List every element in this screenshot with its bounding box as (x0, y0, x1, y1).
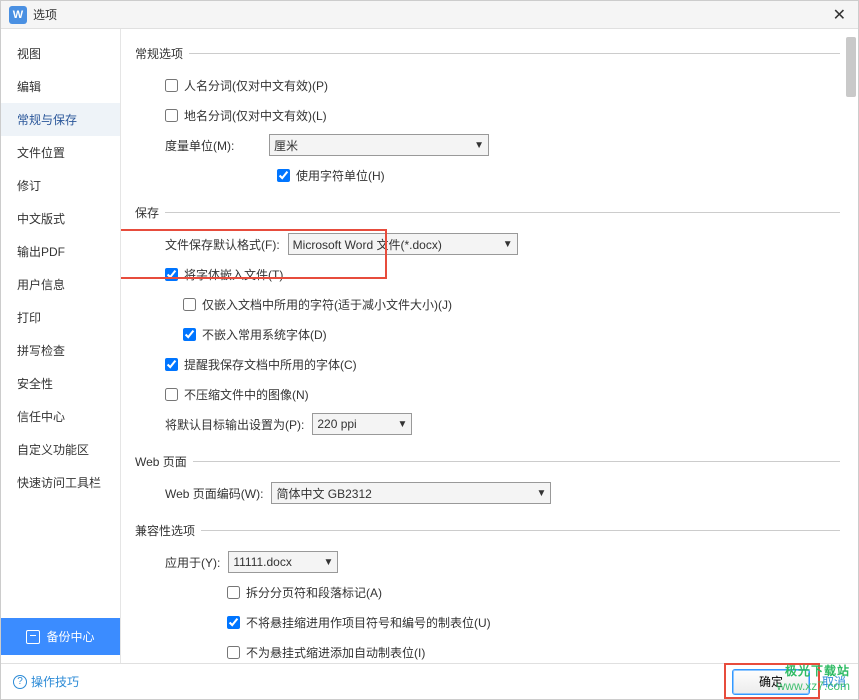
combo-apply-to-value: 11111.docx (233, 555, 292, 569)
label-remind-fonts: 提醒我保存文档中所用的字体(C) (184, 356, 357, 373)
group-save-legend: 保存 (135, 204, 165, 221)
group-web: Web 页面 Web 页面编码(W): 简体中文 GB2312 ▼ (135, 453, 840, 512)
help-icon: ? (13, 675, 27, 689)
sidebar-item-security[interactable]: 安全性 (1, 367, 120, 400)
label-split-page: 拆分分页符和段落标记(A) (246, 584, 382, 601)
sidebar-item-chinese-layout[interactable]: 中文版式 (1, 202, 120, 235)
label-embed-fonts: 将字体嵌入文件(T) (184, 266, 283, 283)
label-apply-to: 应用于(Y): (165, 554, 220, 571)
label-place-noun: 地名分词(仅对中文有效)(L) (184, 107, 327, 124)
combo-default-format-value: Microsoft Word 文件(*.docx) (293, 236, 442, 253)
combo-web-encoding[interactable]: 简体中文 GB2312 ▼ (271, 482, 551, 504)
backup-icon (26, 630, 40, 644)
group-compat-legend: 兼容性选项 (135, 522, 201, 539)
label-default-ppi: 将默认目标输出设置为(P): (165, 416, 304, 433)
statusbar: ? 操作技巧 确定 取消 (1, 663, 858, 699)
sidebar-item-view[interactable]: 视图 (1, 37, 120, 70)
sidebar-item-output-pdf[interactable]: 输出PDF (1, 235, 120, 268)
checkbox-no-auto-tab[interactable] (227, 646, 240, 659)
label-not-embed-sys: 不嵌入常用系统字体(D) (202, 326, 327, 343)
options-dialog: W 选项 ✕ 视图 编辑 常规与保存 文件位置 修订 中文版式 输出PDF 用户… (0, 0, 859, 700)
sidebar-item-trust-center[interactable]: 信任中心 (1, 400, 120, 433)
label-person-noun: 人名分词(仅对中文有效)(P) (184, 77, 328, 94)
cancel-button[interactable]: 取消 (822, 673, 846, 690)
combo-apply-to[interactable]: 11111.docx ▼ (228, 551, 338, 573)
sidebar-item-revision[interactable]: 修订 (1, 169, 120, 202)
sidebar: 视图 编辑 常规与保存 文件位置 修订 中文版式 输出PDF 用户信息 打印 拼… (1, 29, 121, 663)
label-unit: 度量单位(M): (165, 137, 261, 154)
label-no-auto-tab: 不为悬挂式缩进添加自动制表位(I) (246, 644, 425, 661)
label-default-format: 文件保存默认格式(F): (165, 236, 280, 253)
sidebar-item-file-location[interactable]: 文件位置 (1, 136, 120, 169)
checkbox-split-page[interactable] (227, 586, 240, 599)
label-no-compress-images: 不压缩文件中的图像(N) (184, 386, 309, 403)
checkbox-place-noun[interactable] (165, 109, 178, 122)
window-title: 选项 (33, 6, 829, 23)
combo-unit-value: 厘米 (274, 137, 298, 154)
content-pane: 常规选项 人名分词(仅对中文有效)(P) 地名分词(仅对中文有效)(L) 度量单… (121, 29, 858, 663)
chevron-down-icon: ▼ (474, 140, 484, 151)
checkbox-no-hanging-bullet[interactable] (227, 616, 240, 629)
chevron-down-icon: ▼ (537, 488, 547, 499)
body-area: 视图 编辑 常规与保存 文件位置 修订 中文版式 输出PDF 用户信息 打印 拼… (1, 29, 858, 663)
group-web-legend: Web 页面 (135, 453, 193, 470)
checkbox-not-embed-sys[interactable] (183, 328, 196, 341)
titlebar: W 选项 ✕ (1, 1, 858, 29)
backup-center-button[interactable]: 备份中心 (1, 618, 120, 655)
checkbox-person-noun[interactable] (165, 79, 178, 92)
checkbox-use-char-unit[interactable] (277, 169, 290, 182)
tips-link[interactable]: ? 操作技巧 (13, 673, 79, 690)
label-no-hanging-bullet: 不将悬挂缩进用作项目符号和编号的制表位(U) (246, 614, 491, 631)
sidebar-item-general-save[interactable]: 常规与保存 (1, 103, 120, 136)
combo-default-ppi[interactable]: 220 ppi ▼ (312, 413, 412, 435)
chevron-down-icon: ▼ (503, 239, 513, 250)
group-compat: 兼容性选项 应用于(Y): 11111.docx ▼ 拆分分页符和段落标记(A)… (135, 522, 840, 663)
checkbox-no-compress-images[interactable] (165, 388, 178, 401)
tips-label: 操作技巧 (31, 673, 79, 690)
sidebar-item-custom-ribbon[interactable]: 自定义功能区 (1, 433, 120, 466)
combo-web-encoding-value: 简体中文 GB2312 (276, 485, 371, 502)
sidebar-item-edit[interactable]: 编辑 (1, 70, 120, 103)
sidebar-nav: 视图 编辑 常规与保存 文件位置 修订 中文版式 输出PDF 用户信息 打印 拼… (1, 37, 120, 618)
backup-label: 备份中心 (46, 628, 94, 645)
group-save: 保存 文件保存默认格式(F): Microsoft Word 文件(*.docx… (135, 204, 840, 443)
group-general-legend: 常规选项 (135, 45, 189, 62)
ok-button[interactable]: 确定 (732, 669, 810, 695)
label-use-char-unit: 使用字符单位(H) (296, 167, 385, 184)
label-web-encoding: Web 页面编码(W): (165, 485, 263, 502)
sidebar-item-spellcheck[interactable]: 拼写检查 (1, 334, 120, 367)
label-embed-only-used: 仅嵌入文档中所用的字符(适于减小文件大小)(J) (202, 296, 452, 313)
close-icon[interactable]: ✕ (829, 5, 850, 25)
group-general: 常规选项 人名分词(仅对中文有效)(P) 地名分词(仅对中文有效)(L) 度量单… (135, 45, 840, 194)
checkbox-remind-fonts[interactable] (165, 358, 178, 371)
app-icon: W (9, 6, 27, 24)
sidebar-item-user-info[interactable]: 用户信息 (1, 268, 120, 301)
sidebar-item-quick-toolbar[interactable]: 快速访问工具栏 (1, 466, 120, 499)
chevron-down-icon: ▼ (323, 557, 333, 568)
scrollbar[interactable] (846, 37, 856, 655)
combo-default-ppi-value: 220 ppi (317, 417, 356, 431)
chevron-down-icon: ▼ (397, 419, 407, 430)
combo-unit[interactable]: 厘米 ▼ (269, 134, 489, 156)
scrollbar-thumb[interactable] (846, 37, 856, 97)
combo-default-format[interactable]: Microsoft Word 文件(*.docx) ▼ (288, 233, 518, 255)
footer-buttons: 确定 取消 (732, 669, 846, 695)
sidebar-item-print[interactable]: 打印 (1, 301, 120, 334)
checkbox-embed-fonts[interactable] (165, 268, 178, 281)
checkbox-embed-only-used[interactable] (183, 298, 196, 311)
